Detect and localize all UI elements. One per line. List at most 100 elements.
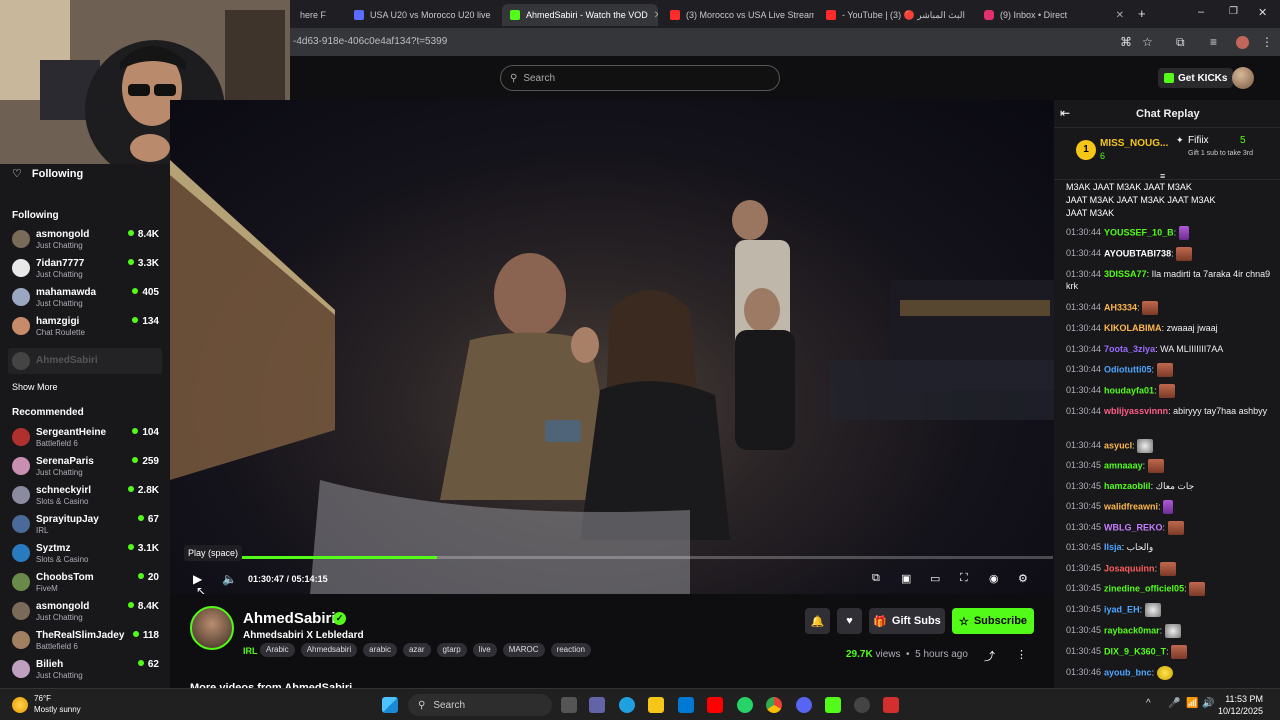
chat-username[interactable]: Ilsja [1104, 542, 1122, 552]
chat-username[interactable]: YOUSSEF_10_B [1104, 227, 1174, 237]
sidebar-channel-item[interactable]: TheRealSlimJadey Battlefield 6 118 [12, 628, 162, 654]
sidebar-channel-item[interactable]: ChoobsTom FiveM 20 [12, 570, 162, 596]
security-shield-icon[interactable] [883, 697, 899, 713]
system-clock[interactable]: 11:53 PM 10/12/2025 [1218, 693, 1263, 717]
chat-username[interactable]: Josaquuinn [1104, 563, 1155, 573]
chat-username[interactable]: AH3334 [1104, 302, 1137, 312]
teams-icon[interactable] [589, 697, 605, 713]
streamer-avatar[interactable] [190, 606, 234, 650]
media-controls-icon[interactable]: ≡ [1210, 35, 1217, 49]
translate-icon[interactable]: ⌘ [1120, 35, 1132, 49]
kick-app-icon[interactable] [825, 697, 841, 713]
profile-avatar[interactable] [1236, 36, 1249, 49]
expand-icon[interactable]: ≡ [1160, 171, 1165, 181]
chat-username[interactable]: wblijyassvinnn [1104, 406, 1168, 416]
sidebar-channel-item[interactable]: schneckyirl Slots & Casino 2.8K [12, 483, 162, 509]
category-link[interactable]: IRL [243, 646, 258, 656]
windows-start-icon[interactable] [382, 697, 398, 713]
settings-gear-icon[interactable]: ⚙ [1018, 572, 1028, 585]
tag-chip[interactable]: azar [402, 643, 431, 657]
chat-username[interactable]: amnaaay [1104, 460, 1143, 470]
minimize-icon[interactable]: – [1198, 6, 1204, 18]
sidebar-channel-item[interactable]: 7idan7777 Just Chatting 3.3K [12, 256, 162, 282]
following-header[interactable]: ♡ Following [12, 167, 83, 181]
follow-heart-button[interactable]: ♥ [837, 608, 862, 634]
fullscreen-icon[interactable]: ⛶ [960, 572, 968, 585]
collapse-chat-icon[interactable]: ⇤ [1060, 106, 1070, 120]
weather-widget[interactable]: 76°F Mostly sunny [34, 693, 81, 715]
show-more-link[interactable]: Show More [12, 382, 58, 392]
search-input[interactable]: ⚲ Search [500, 65, 780, 91]
sidebar-channel-item[interactable]: SergeantHeine Battlefield 6 104 [12, 425, 162, 451]
miniplayer-icon[interactable]: ⧉ [872, 572, 880, 585]
close-window-icon[interactable]: ✕ [1258, 6, 1267, 19]
tray-chevron-icon[interactable]: ^ [1146, 698, 1151, 709]
chat-username[interactable]: hamzaoblil [1104, 481, 1151, 491]
taskbar-search[interactable]: ⚲ Search [408, 694, 552, 716]
sidebar-channel-item[interactable]: hamzgigi Chat Roulette 134 [12, 314, 162, 340]
chat-username[interactable]: 7oota_3ziya [1104, 344, 1155, 354]
sidebar-channel-item[interactable]: SerenaParis Just Chatting 259 [12, 454, 162, 480]
chat-username[interactable]: iyad_EH [1104, 604, 1140, 614]
sidebar-channel-item[interactable]: mahamawda Just Chatting 405 [12, 285, 162, 311]
edge-icon[interactable] [619, 697, 635, 713]
video-player[interactable]: Play (space) ▶ 🔈 01:30:47 / 05:14:15 ⧉ ▣… [170, 100, 1054, 594]
get-kicks-button[interactable]: Get KICKs [1158, 68, 1234, 88]
youtube-icon[interactable] [707, 697, 723, 713]
browser-tab-active[interactable]: AhmedSabiri - Watch the VOD ✕ [502, 4, 658, 26]
user-avatar[interactable] [1232, 67, 1254, 89]
chat-username[interactable]: walidfreawni [1104, 501, 1158, 511]
sidebar-channel-item[interactable]: asmongold Just Chatting 8.4K [12, 599, 162, 625]
bookmark-star-icon[interactable]: ☆ [1142, 35, 1153, 49]
close-tab-icon[interactable]: ✕ [497, 10, 498, 21]
kebab-menu-icon[interactable]: ⋮ [1261, 35, 1273, 49]
chat-username[interactable]: WBLG_REKO [1104, 522, 1163, 532]
browser-tab[interactable]: - YouTube | البث المباشر 🔴 (3) ✕ [818, 4, 970, 26]
tag-chip[interactable]: MAROC [502, 643, 545, 657]
chat-username[interactable]: AYOUBTABI738 [1104, 248, 1171, 258]
tag-chip[interactable]: arabic [363, 643, 397, 657]
chat-username[interactable]: zinedine_officiel05 [1104, 583, 1184, 593]
restore-icon[interactable]: ❐ [1229, 6, 1238, 17]
playback-speed-icon[interactable]: ◉ [989, 572, 999, 585]
tag-chip[interactable]: gtarp [436, 643, 467, 657]
chat-username[interactable]: DIX_9_K360_T [1104, 646, 1166, 656]
sidebar-channel-item[interactable]: Bilieh Just Chatting 62 [12, 657, 162, 683]
whatsapp-icon[interactable] [737, 697, 753, 713]
share-icon[interactable]: ⤴ [984, 648, 995, 664]
clip-icon[interactable]: ▣ [901, 572, 911, 585]
microphone-icon[interactable]: 🎤 [1168, 698, 1180, 709]
browser-tab[interactable]: (9) Inbox • Direct ✕ [976, 4, 1132, 26]
url-text[interactable]: -4d63-918e-406c0e4af134?t=5399 [293, 36, 447, 47]
sidebar-channel-item[interactable]: SprayitupJay IRL 67 [12, 512, 162, 538]
sidebar-channel-item[interactable]: asmongold Just Chatting 8.4K [12, 227, 162, 253]
streamer-name[interactable]: AhmedSabiri [243, 610, 336, 627]
wifi-icon[interactable]: 📶 [1186, 698, 1198, 709]
chat-username[interactable]: asyucl [1104, 440, 1132, 450]
close-tab-icon[interactable]: ✕ [1116, 10, 1124, 21]
new-tab-icon[interactable]: + [1138, 6, 1146, 21]
discord-icon[interactable] [796, 697, 812, 713]
volume-icon[interactable]: 🔈 [222, 572, 237, 586]
gift-subs-button[interactable]: 🎁 Gift Subs [869, 608, 945, 634]
seek-bar[interactable] [185, 556, 1053, 559]
tag-chip[interactable]: Ahmedsabiri [300, 643, 358, 657]
obs-icon[interactable] [854, 697, 870, 713]
chat-username[interactable]: houdayfa01 [1104, 385, 1154, 395]
browser-tab[interactable]: (3) Morocco vs USA Live Stream ✕ [662, 4, 814, 26]
notification-bell-button[interactable]: 🔔 [805, 608, 830, 634]
theater-mode-icon[interactable]: ▭ [930, 572, 940, 585]
tag-chip[interactable]: reaction [550, 643, 592, 657]
sidebar-channel-item[interactable]: Syztmz Slots & Casino 3.1K [12, 541, 162, 567]
chat-username[interactable]: KIKOLABIMA [1104, 323, 1162, 333]
close-tab-icon[interactable]: ✕ [654, 10, 658, 21]
volume-icon[interactable]: 🔊 [1202, 698, 1214, 709]
chrome-icon[interactable] [766, 697, 782, 713]
chat-username[interactable]: rayback0mar [1104, 625, 1160, 635]
offline-channel-item[interactable]: AhmedSabiri [8, 348, 162, 374]
chat-username[interactable]: 3DISSA77 [1104, 269, 1147, 279]
file-explorer-icon[interactable] [648, 697, 664, 713]
extensions-icon[interactable]: ⧉ [1176, 35, 1185, 50]
kebab-menu-icon[interactable]: ⋮ [1016, 648, 1027, 661]
tag-chip[interactable]: live [472, 643, 497, 657]
